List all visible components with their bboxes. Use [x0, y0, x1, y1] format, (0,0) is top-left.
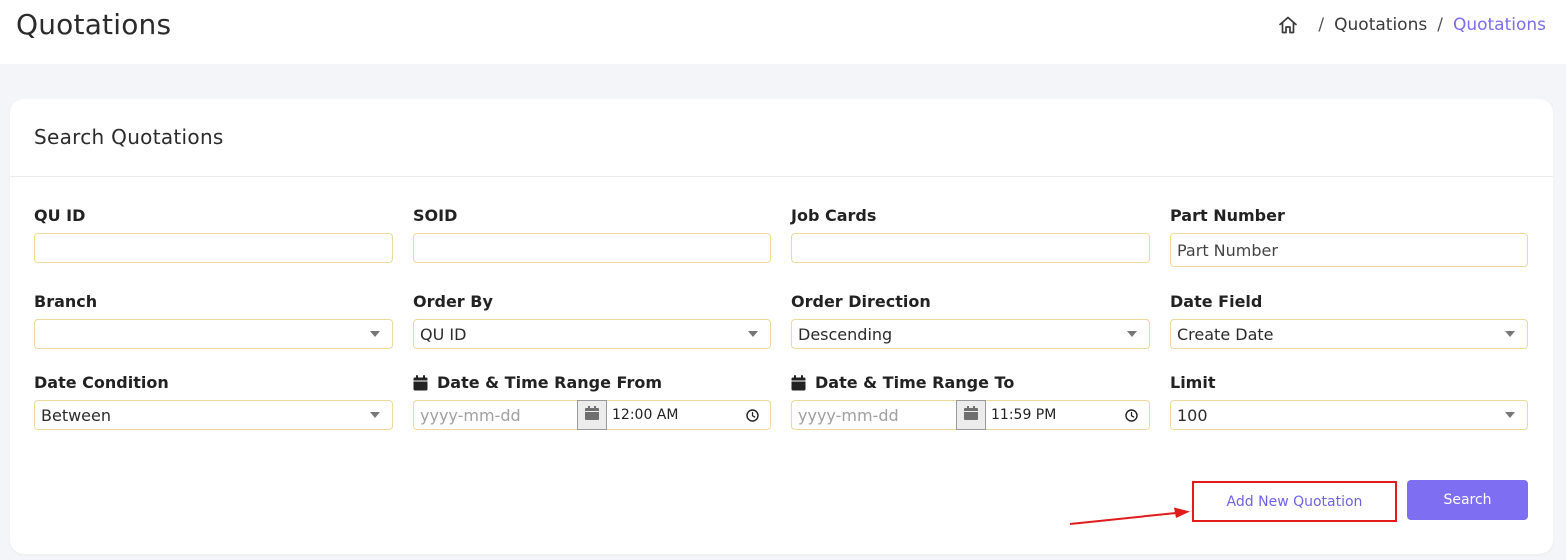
- range-to-label: Date & Time Range To: [791, 373, 1014, 392]
- chevron-down-icon: [370, 412, 380, 418]
- part-number-placeholder: Part Number: [1177, 240, 1278, 260]
- chevron-down-icon: [370, 331, 380, 337]
- breadcrumb: / Quotations / Quotations: [1278, 15, 1546, 35]
- search-button[interactable]: Search: [1407, 480, 1528, 520]
- job-cards-input[interactable]: [791, 233, 1150, 263]
- calendar-icon: [963, 405, 979, 425]
- range-to-date-placeholder: yyyy-mm-dd: [798, 405, 899, 425]
- branch-label: Branch: [34, 292, 98, 311]
- soid-label: SOID: [413, 206, 458, 225]
- date-condition-select[interactable]: Between: [34, 400, 393, 430]
- calendar-icon: [413, 374, 428, 391]
- order-by-select[interactable]: QU ID: [413, 319, 771, 349]
- chevron-down-icon: [1127, 331, 1137, 337]
- qu-id-input[interactable]: [34, 233, 393, 263]
- order-direction-selected-value: Descending: [798, 324, 893, 344]
- clock-icon: [746, 409, 759, 422]
- calendar-icon: [584, 405, 600, 425]
- range-to-time-input[interactable]: 11:59 PM: [986, 400, 1150, 430]
- range-from-date-input[interactable]: yyyy-mm-dd: [413, 400, 577, 430]
- chevron-down-icon: [1505, 331, 1515, 337]
- range-from-time-input[interactable]: 12:00 AM: [607, 400, 771, 430]
- range-from-date-placeholder: yyyy-mm-dd: [420, 405, 521, 425]
- range-to-date-input[interactable]: yyyy-mm-dd: [791, 400, 956, 430]
- card-header: Search Quotations: [10, 99, 1553, 177]
- calendar-icon: [791, 374, 806, 391]
- date-condition-label: Date Condition: [34, 373, 169, 392]
- breadcrumb-separator: /: [1318, 15, 1325, 35]
- home-icon[interactable]: [1278, 15, 1298, 35]
- annotation-arrow-icon: [1069, 507, 1190, 525]
- card-title: Search Quotations: [34, 125, 224, 149]
- soid-input[interactable]: [413, 233, 771, 263]
- page-title: Quotations: [16, 8, 172, 41]
- date-field-label: Date Field: [1170, 292, 1263, 311]
- range-from-calendar-button[interactable]: [577, 400, 607, 430]
- branch-select[interactable]: [34, 319, 393, 349]
- breadcrumb-item-quotations[interactable]: Quotations: [1334, 15, 1427, 35]
- job-cards-label: Job Cards: [791, 206, 877, 225]
- order-by-selected-value: QU ID: [420, 324, 467, 344]
- date-field-selected-value: Create Date: [1177, 324, 1274, 344]
- range-from-label-text: Date & Time Range From: [437, 373, 663, 392]
- range-to-time-value: 11:59 PM: [991, 407, 1057, 423]
- qu-id-label: QU ID: [34, 206, 86, 225]
- limit-label: Limit: [1170, 373, 1216, 392]
- chevron-down-icon: [748, 331, 758, 337]
- part-number-label: Part Number: [1170, 206, 1285, 225]
- chevron-down-icon: [1505, 412, 1515, 418]
- order-direction-select[interactable]: Descending: [791, 319, 1150, 349]
- range-to-label-text: Date & Time Range To: [815, 373, 1015, 392]
- range-from-label: Date & Time Range From: [413, 373, 662, 392]
- add-new-quotation-button[interactable]: Add New Quotation: [1192, 481, 1397, 522]
- range-from-time-value: 12:00 AM: [612, 407, 679, 423]
- date-condition-selected-value: Between: [41, 405, 112, 425]
- breadcrumb-item-current: Quotations: [1452, 15, 1546, 35]
- breadcrumb-separator: /: [1437, 15, 1443, 35]
- range-to-calendar-button[interactable]: [956, 400, 986, 430]
- clock-icon: [1125, 409, 1138, 422]
- top-bar: Quotations / Quotations / Quotations: [0, 0, 1566, 64]
- limit-select[interactable]: 100: [1170, 400, 1528, 430]
- part-number-input[interactable]: Part Number: [1170, 233, 1528, 267]
- order-direction-label: Order Direction: [791, 292, 931, 311]
- date-field-select[interactable]: Create Date: [1170, 319, 1528, 349]
- order-by-label: Order By: [413, 292, 493, 311]
- limit-selected-value: 100: [1177, 405, 1208, 425]
